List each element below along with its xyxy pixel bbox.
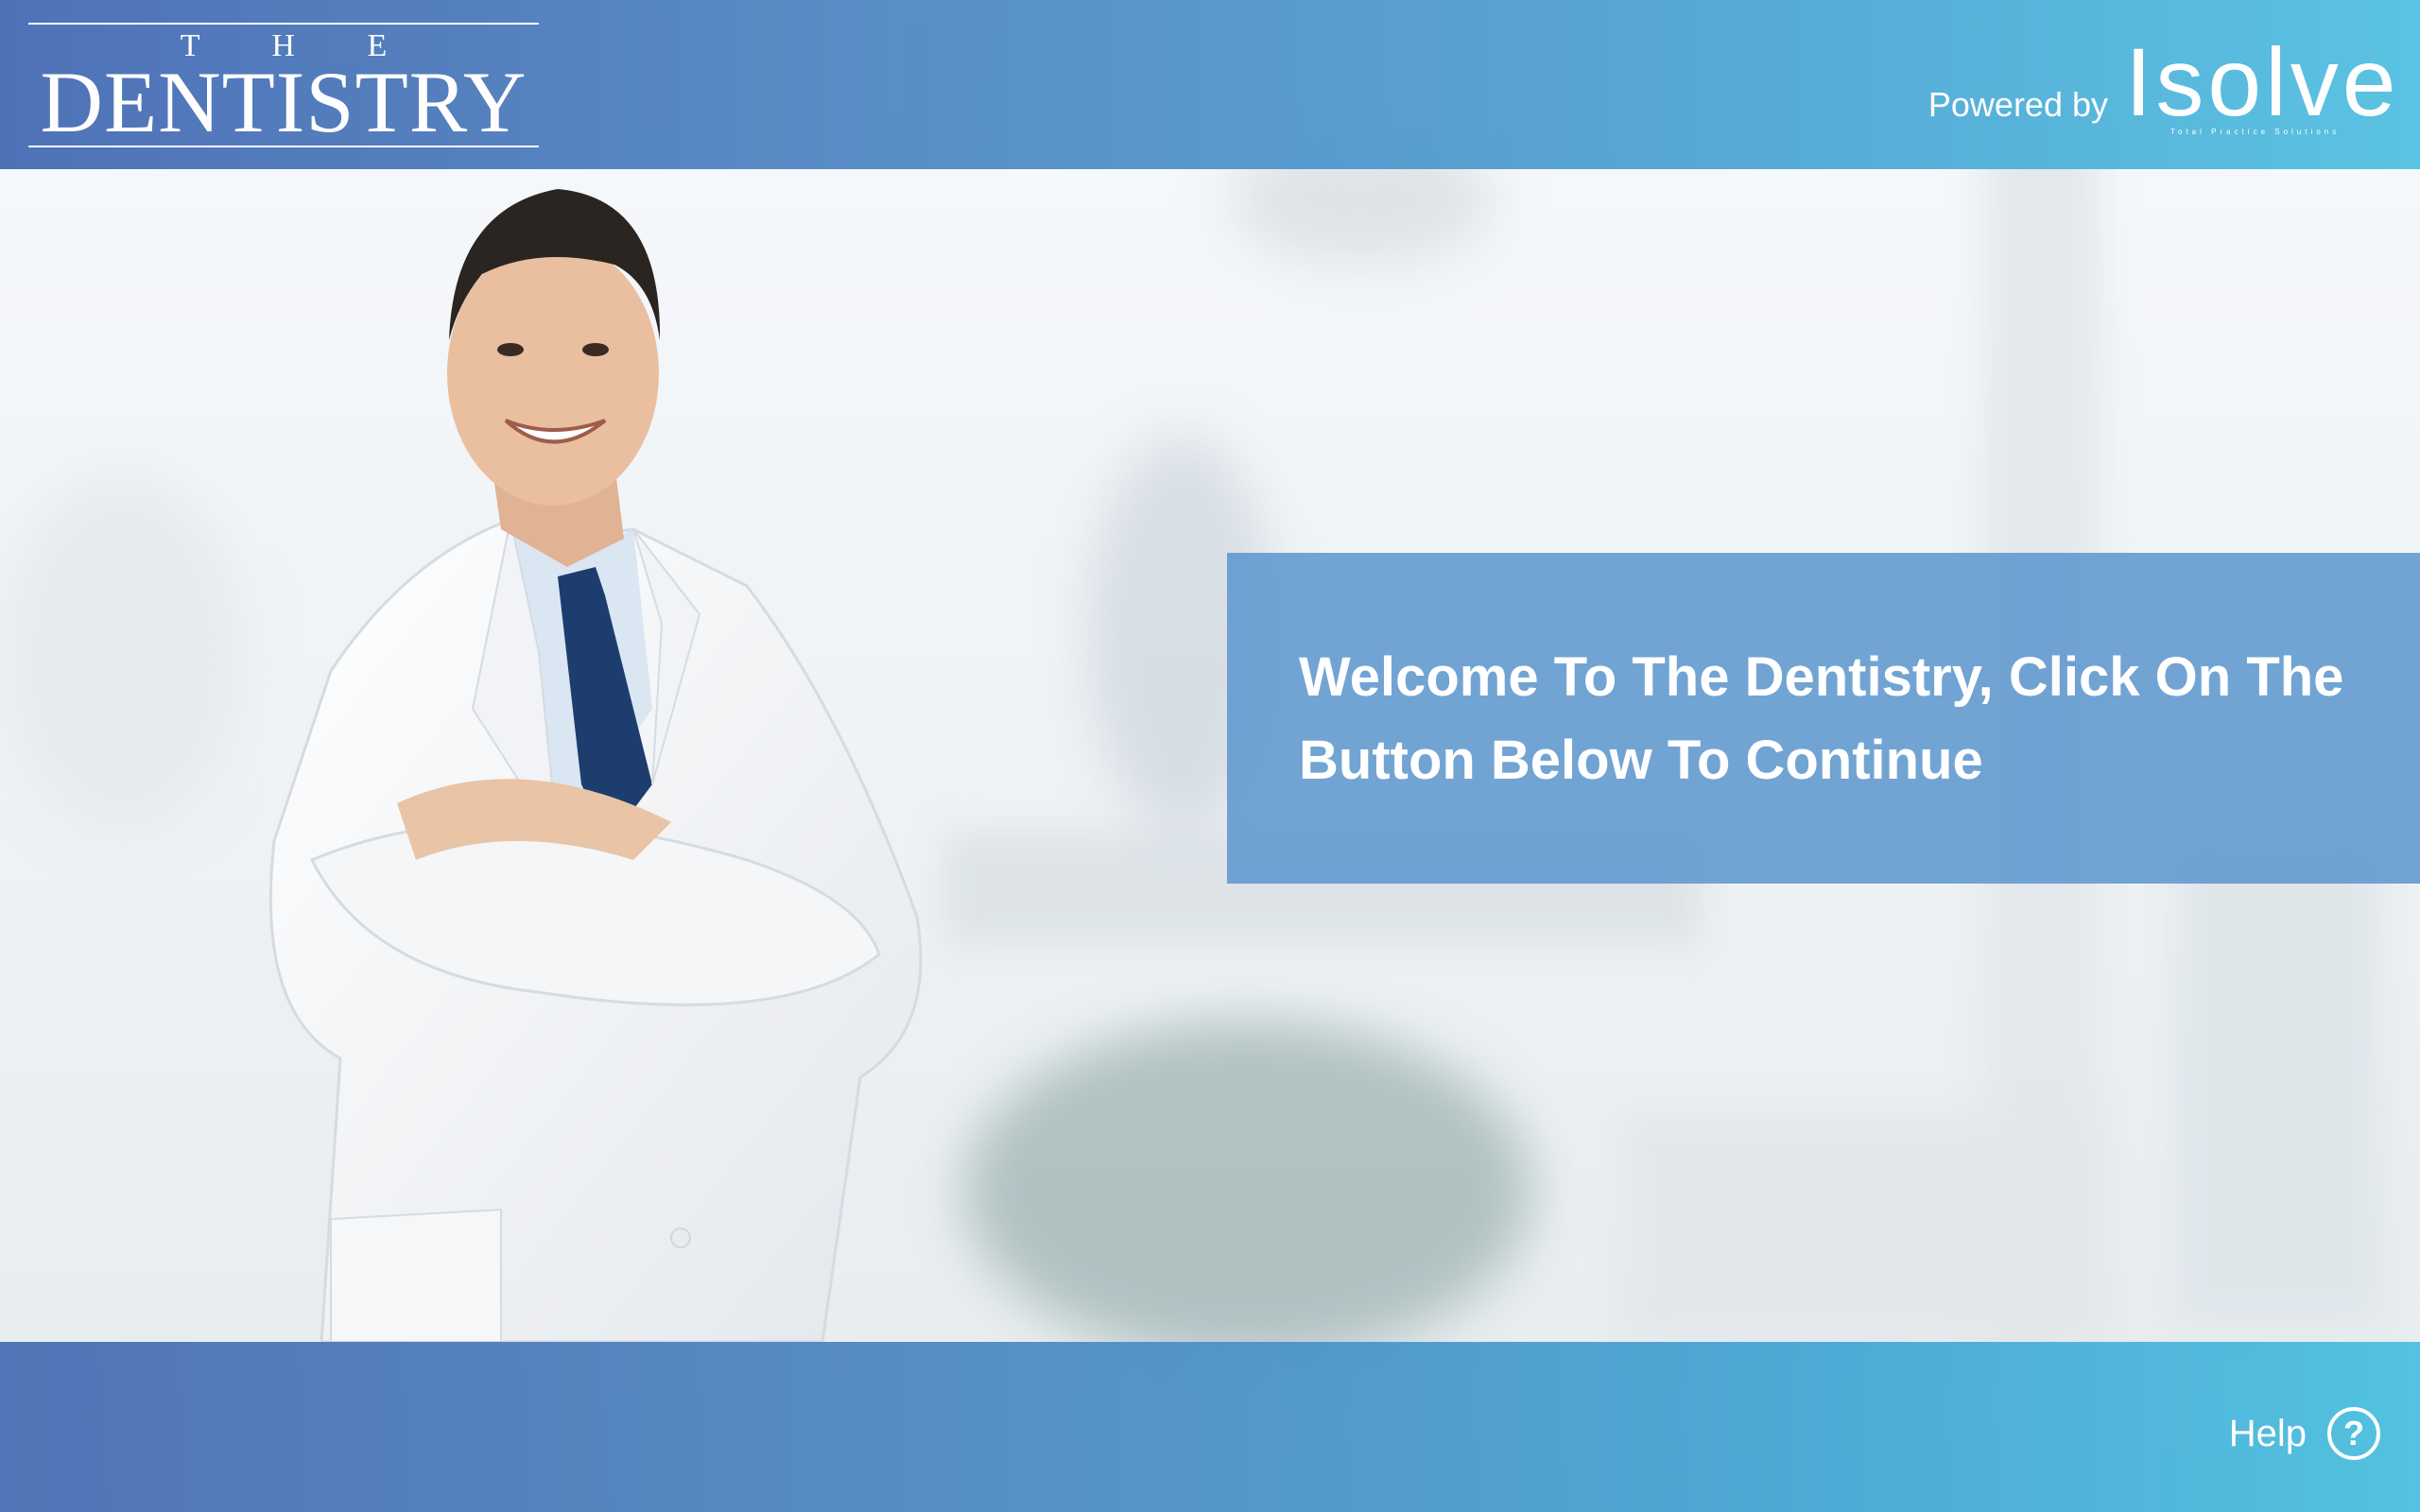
- logo-top-rule: [28, 23, 539, 25]
- question-circle-icon: ?: [2327, 1407, 2380, 1460]
- dentist-figure: [268, 189, 923, 1342]
- isolve-tagline: Total Practice Solutions: [2170, 128, 2341, 136]
- dentistry-logo: T H E DENTISTRY: [28, 23, 539, 149]
- powered-by-label: Powered by: [1927, 85, 2108, 124]
- logo-bottom-rule: [28, 146, 539, 147]
- logo-main-word: DENTISTRY: [40, 54, 527, 150]
- isolve-brand-name: Isolve: [2125, 28, 2400, 136]
- help-label: Help: [2228, 1412, 2307, 1454]
- help-button[interactable]: Help ?: [2229, 1404, 2380, 1463]
- welcome-panel: Welcome To The Dentistry, Click On The B…: [1227, 553, 2420, 884]
- welcome-message: Welcome To The Dentistry, Click On The B…: [1299, 646, 2344, 791]
- bottom-footer-bar: Help ?: [0, 1342, 2420, 1512]
- top-header-bar: T H E DENTISTRY Powered by Isolve Total …: [0, 0, 2420, 169]
- isolve-logo: Isolve Total Practice Solutions: [2125, 34, 2395, 138]
